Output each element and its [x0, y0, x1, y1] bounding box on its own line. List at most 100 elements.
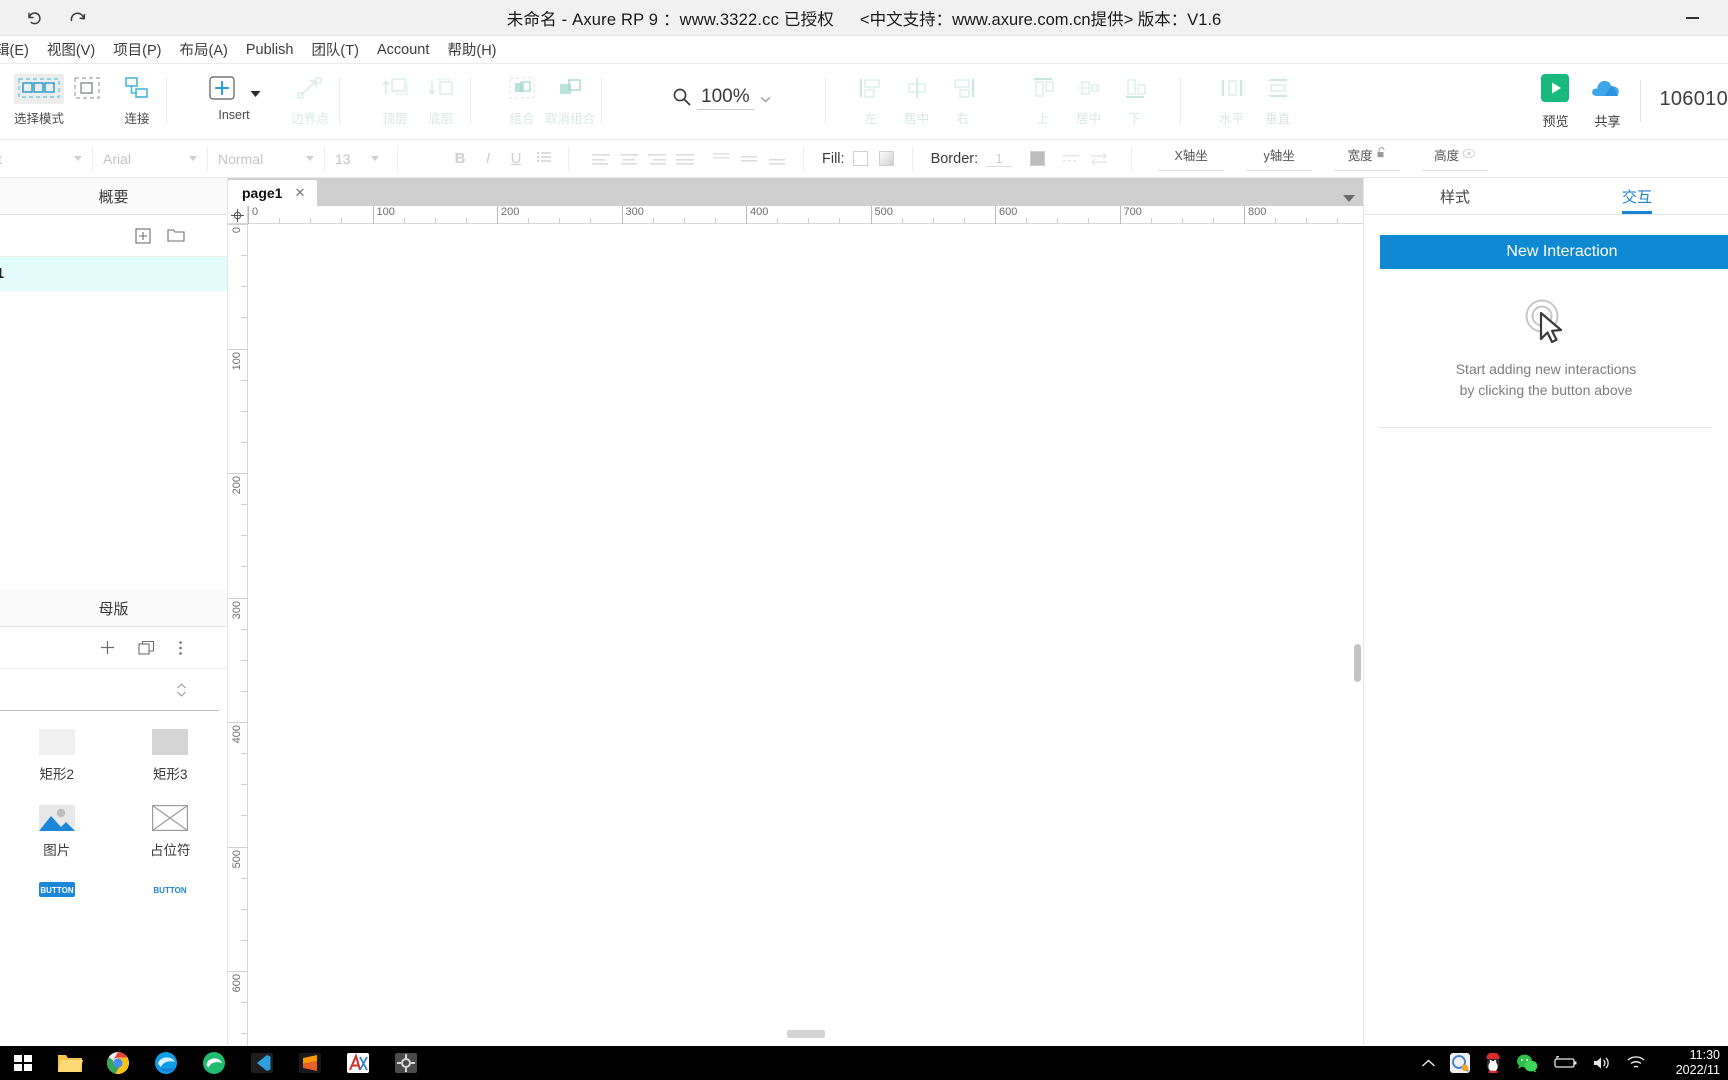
edge-legacy-icon[interactable]	[190, 1046, 238, 1080]
qq-browser-icon[interactable]	[1449, 1053, 1470, 1073]
left-panel: 概要 1 母版 矩形2 矩形3 图片 占位符 BUTTON BUTTON	[0, 178, 228, 1046]
master-item[interactable]: BUTTON	[0, 881, 114, 897]
zoom-dropdown-caret-icon[interactable]	[760, 91, 771, 106]
tab-style[interactable]: 样式	[1364, 178, 1546, 214]
x-coord-field[interactable]: X轴坐	[1158, 147, 1225, 171]
menu-item-help[interactable]: 帮助(H)	[438, 37, 505, 62]
menu-item-team[interactable]: 团队(T)	[302, 37, 368, 62]
tab-overflow-caret-icon[interactable]	[1343, 195, 1355, 202]
preview-button[interactable]: 预览	[1532, 64, 1578, 130]
width-field[interactable]: 宽度	[1334, 146, 1401, 171]
align-text-justify-button[interactable]	[671, 146, 699, 172]
volume-icon[interactable]	[1592, 1055, 1612, 1071]
canvas-vertical-scrollbar[interactable]	[1354, 644, 1361, 682]
border-arrow-button[interactable]	[1085, 146, 1113, 172]
axure-icon[interactable]	[334, 1046, 382, 1080]
plus-icon[interactable]	[99, 639, 116, 656]
toolbar-divider-6	[1179, 78, 1181, 124]
add-box-icon[interactable]	[135, 227, 151, 244]
qq-penguin-icon[interactable]	[1484, 1053, 1502, 1073]
align-text-center-button[interactable]	[615, 146, 643, 172]
folder-icon[interactable]	[167, 228, 185, 243]
duplicate-icon[interactable]	[138, 640, 156, 656]
italic-button[interactable]: I	[474, 146, 502, 172]
edge-point-button: 边界点	[287, 64, 333, 127]
redo-arrow-icon[interactable]	[61, 3, 95, 33]
insert-button[interactable]: Insert	[207, 64, 261, 122]
windows-start-icon[interactable]	[0, 1053, 46, 1073]
visibility-eye-icon[interactable]	[1462, 147, 1476, 162]
align-right-button: 右	[940, 64, 986, 127]
ruler-origin-icon[interactable]	[228, 206, 248, 224]
bold-button[interactable]: B	[446, 146, 474, 172]
menu-item-edit[interactable]: 辑(E)	[0, 37, 38, 62]
zoom-control[interactable]: 100%	[672, 64, 771, 110]
align-text-left-button[interactable]	[587, 146, 615, 172]
menu-item-publish[interactable]: Publish	[237, 40, 303, 60]
canvas-surface[interactable]	[249, 224, 1349, 1024]
wifi-icon[interactable]	[1626, 1055, 1646, 1071]
sublime-icon[interactable]	[286, 1046, 334, 1080]
insert-dropdown-caret-icon[interactable]	[250, 86, 261, 101]
master-item[interactable]: 图片	[0, 805, 114, 859]
height-field[interactable]: 高度	[1422, 147, 1489, 171]
valign-top-button[interactable]	[707, 146, 735, 172]
border-width-input[interactable]: 1	[986, 151, 1013, 167]
fill-gradient-swatch[interactable]	[878, 151, 894, 166]
share-button[interactable]: 共享	[1584, 64, 1630, 130]
chrome-icon[interactable]	[94, 1046, 142, 1080]
lock-icon[interactable]	[1376, 146, 1387, 162]
taskbar-clock[interactable]: 11:30 2022/11	[1660, 1048, 1720, 1078]
design-canvas[interactable]	[249, 224, 1363, 1046]
chevron-up-icon[interactable]	[1421, 1058, 1436, 1069]
settings-icon[interactable]	[382, 1046, 430, 1080]
zoom-value[interactable]: 100%	[697, 86, 754, 110]
fill-color-swatch[interactable]	[852, 151, 868, 166]
edge-icon[interactable]	[142, 1046, 190, 1080]
spinner-arrows-icon[interactable]	[176, 682, 187, 698]
outline-selected-item[interactable]: 1	[0, 257, 227, 291]
wechat-icon[interactable]	[1516, 1053, 1538, 1073]
toolbar-divider-5	[824, 78, 826, 124]
master-item[interactable]: 矩形3	[114, 729, 228, 783]
minimize-button[interactable]	[1672, 0, 1712, 36]
menu-item-layout[interactable]: 布局(A)	[171, 37, 237, 62]
font-family-select[interactable]: Arial	[97, 146, 203, 172]
menu-item-account[interactable]: Account	[368, 40, 438, 60]
select-mode-button[interactable]: 选择模式	[14, 64, 64, 127]
style-select[interactable]: t	[0, 146, 88, 172]
file-explorer-icon[interactable]	[46, 1046, 94, 1080]
share-cloud-icon	[1590, 73, 1624, 106]
valign-bottom-button[interactable]	[763, 146, 791, 172]
master-item[interactable]: 矩形2	[0, 729, 114, 783]
canvas-area: page1 ✕ 0 100 200 300 400 500 600 700 800 0 100 20…	[228, 178, 1363, 1066]
more-vertical-icon[interactable]	[178, 640, 183, 656]
canvas-resize-grip[interactable]	[787, 1030, 825, 1038]
format-divider-7	[911, 146, 913, 171]
font-size-select[interactable]: 13	[329, 146, 385, 172]
border-color-swatch[interactable]	[1030, 151, 1046, 166]
bullet-list-button[interactable]	[530, 146, 558, 172]
font-weight-select[interactable]: Normal	[212, 146, 320, 172]
battery-icon[interactable]	[1552, 1056, 1578, 1070]
tab-interactions[interactable]: 交互	[1546, 178, 1728, 214]
undo-arrow-icon[interactable]	[17, 3, 51, 33]
select-region-button[interactable]: .	[64, 64, 110, 122]
connect-button[interactable]: 连接	[114, 64, 160, 127]
master-item[interactable]: 占位符	[114, 805, 228, 859]
page-tab-strip: page1 ✕	[228, 178, 1363, 206]
menu-item-project[interactable]: 项目(P)	[104, 37, 170, 62]
y-coord-field[interactable]: y轴坐	[1246, 147, 1313, 171]
valign-middle-button[interactable]	[735, 146, 763, 172]
menu-item-view[interactable]: 视图(V)	[38, 37, 104, 62]
master-item[interactable]: BUTTON	[114, 881, 228, 897]
text-color-button[interactable]: text-color-icon	[418, 146, 446, 172]
new-interaction-button[interactable]: New Interaction	[1380, 235, 1728, 269]
vscode-icon[interactable]	[238, 1046, 286, 1080]
masters-search-field[interactable]	[0, 669, 219, 711]
border-style-button[interactable]	[1057, 146, 1085, 172]
align-text-right-button[interactable]	[643, 146, 671, 172]
underline-button[interactable]: U	[502, 146, 530, 172]
close-icon[interactable]: ✕	[294, 185, 305, 201]
page-tab[interactable]: page1 ✕	[228, 180, 318, 206]
